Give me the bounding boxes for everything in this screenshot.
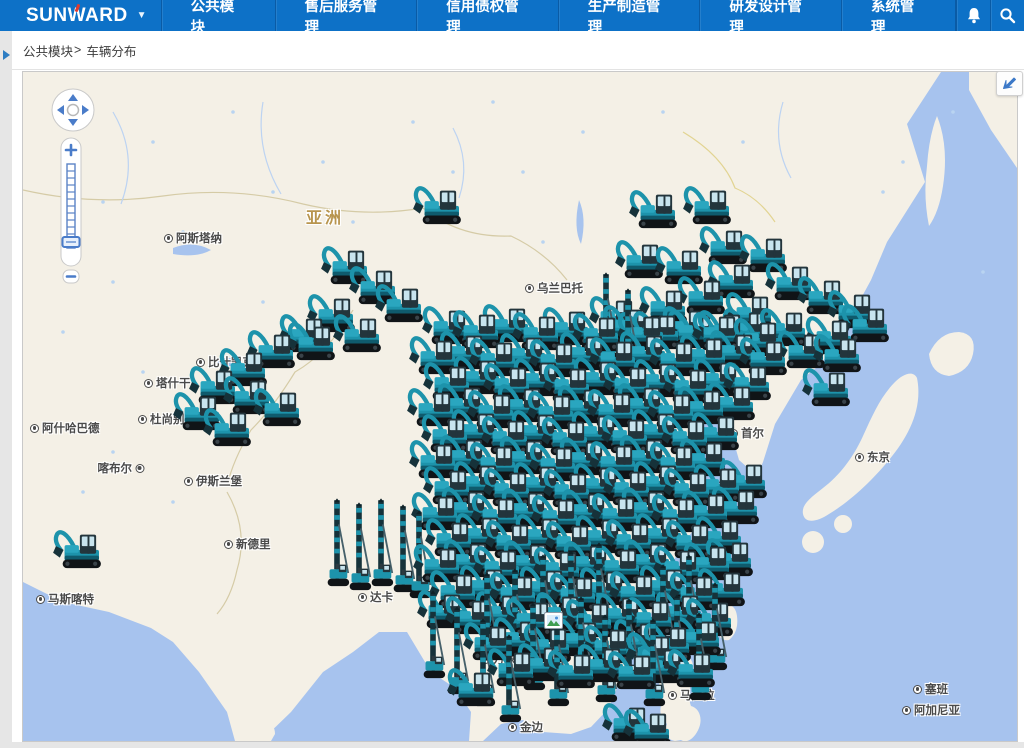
machine-markers-layer [23, 72, 1017, 741]
zoom-out-button[interactable] [63, 270, 79, 283]
nav-item[interactable]: 售后服务管理 [276, 0, 418, 31]
pan-control[interactable] [52, 89, 94, 131]
excavator-marker[interactable] [655, 248, 703, 284]
zoom-slider-handle[interactable] [63, 237, 80, 247]
photo-thumbnail-marker[interactable] [544, 612, 563, 629]
search-icon [999, 7, 1016, 24]
breadcrumb-separator: > [74, 43, 81, 57]
excavator-marker[interactable] [615, 242, 663, 278]
drill-rig-marker[interactable] [372, 498, 393, 586]
arrow-down-left-icon [1002, 76, 1017, 91]
excavator-marker[interactable] [802, 370, 850, 406]
breadcrumb-page: 车辆分布 [86, 41, 136, 60]
map-navigation-controls [37, 80, 97, 292]
image-icon [547, 615, 560, 626]
top-nav-bar: SUNWARD ▼ 公共模块售后服务管理信用债权管理生产制造管理研发设计管理系统… [0, 0, 1024, 31]
map-collapse-button[interactable] [996, 71, 1023, 96]
panel-collapse-arrow[interactable] [3, 50, 10, 60]
excavator-marker[interactable] [413, 188, 461, 224]
breadcrumb-module[interactable]: 公共模块 [23, 41, 73, 60]
nav-menu: 公共模块售后服务管理信用债权管理生产制造管理研发设计管理系统管理 [161, 0, 956, 31]
excavator-marker[interactable] [409, 338, 457, 374]
content-panel: 公共模块 > 车辆分布 [12, 31, 1024, 742]
excavator-marker[interactable] [629, 192, 677, 228]
drill-rig-marker[interactable] [328, 498, 349, 586]
nav-item[interactable]: 系统管理 [842, 0, 956, 31]
search-button[interactable] [990, 0, 1024, 31]
bell-icon [966, 7, 982, 24]
chevron-down-icon: ▼ [137, 10, 147, 21]
nav-item[interactable]: 生产制造管理 [559, 0, 701, 31]
excavator-marker[interactable] [321, 248, 369, 284]
excavator-marker[interactable] [53, 532, 101, 568]
nav-item[interactable]: 研发设计管理 [700, 0, 842, 31]
map-canvas[interactable]: 亚洲 阿斯塔纳乌兰巴托比什凯克塔什干杜尚别阿什哈巴德喀布尔伊斯兰堡新德里马斯喀特… [22, 71, 1018, 742]
drill-rig-marker[interactable] [350, 502, 371, 590]
nav-item[interactable]: 信用债权管理 [417, 0, 559, 31]
excavator-marker[interactable] [683, 188, 731, 224]
nav-right-icons [956, 0, 1024, 31]
sunward-logo[interactable]: SUNWARD ▼ [0, 0, 161, 31]
breadcrumb: 公共模块 > 车辆分布 [12, 31, 1024, 70]
excavator-marker[interactable] [407, 390, 455, 426]
drill-rig-marker[interactable] [394, 504, 415, 592]
nav-item[interactable]: 公共模块 [162, 0, 276, 31]
excavator-marker[interactable] [699, 228, 747, 264]
zoom-slider [61, 138, 81, 283]
notifications-button[interactable] [956, 0, 990, 31]
